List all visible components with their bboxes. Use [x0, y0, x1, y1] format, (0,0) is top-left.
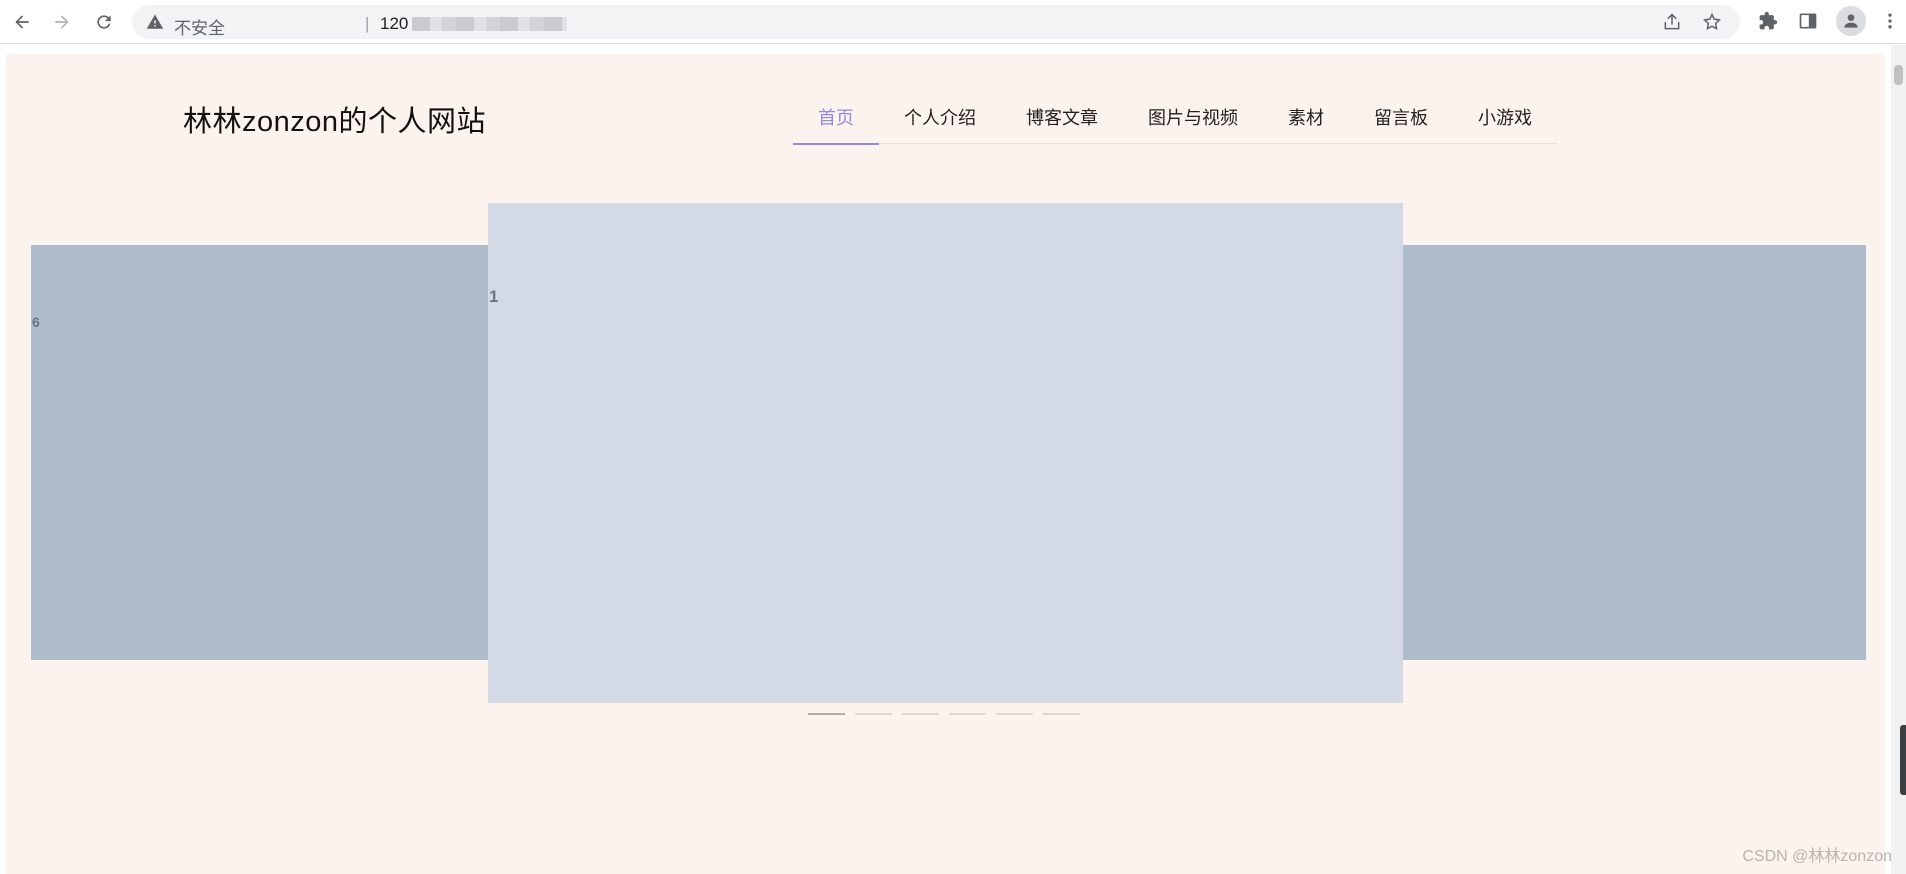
page-scrollbar[interactable] [1891, 45, 1906, 874]
nav-item-materials[interactable]: 素材 [1263, 90, 1349, 144]
address-bar[interactable]: 不安全 | 120 [132, 5, 1740, 39]
slide-label: 6 [32, 314, 40, 330]
nav-item-home[interactable]: 首页 [793, 90, 879, 145]
site-title: 林林zonzon的个人网站 [183, 106, 487, 138]
scrollbar-overlay-handle[interactable] [1900, 725, 1906, 795]
carousel-indicator[interactable] [902, 713, 939, 715]
profile-avatar-icon[interactable] [1836, 6, 1866, 36]
url-text[interactable]: 120 [380, 14, 408, 34]
carousel-indicators [808, 713, 1080, 715]
forward-button[interactable] [48, 8, 76, 36]
carousel-slide-prev[interactable]: 6 [31, 245, 491, 660]
extensions-icon[interactable] [1756, 9, 1780, 33]
nav-item-about[interactable]: 个人介绍 [879, 90, 1001, 144]
warning-icon [146, 13, 164, 31]
nav-item-media[interactable]: 图片与视频 [1123, 90, 1263, 144]
site-navigation: 首页 个人介绍 博客文章 图片与视频 素材 留言板 小游戏 [793, 90, 1557, 145]
nav-item-games[interactable]: 小游戏 [1453, 90, 1557, 144]
reload-button[interactable] [90, 8, 118, 36]
url-redacted [412, 17, 567, 31]
watermark: CSDN @林林zonzon [1742, 848, 1892, 865]
carousel-indicator[interactable] [949, 713, 986, 715]
nav-item-guestbook[interactable]: 留言板 [1349, 90, 1453, 144]
site-page: 林林zonzon的个人网站 首页 个人介绍 博客文章 图片与视频 素材 留言板 … [6, 54, 1885, 874]
carousel-indicator[interactable] [1043, 713, 1080, 715]
carousel-indicator[interactable] [855, 713, 892, 715]
back-button[interactable] [8, 8, 36, 36]
scrollbar-thumb[interactable] [1894, 65, 1903, 85]
slide-label: 1 [489, 287, 499, 306]
page-viewport: 林林zonzon的个人网站 首页 个人介绍 博客文章 图片与视频 素材 留言板 … [0, 45, 1906, 874]
carousel-indicator[interactable] [808, 713, 845, 715]
security-status-label[interactable]: 不安全 [174, 14, 225, 39]
reload-icon [97, 15, 111, 29]
url-separator: | [365, 14, 370, 33]
carousel-indicator[interactable] [996, 713, 1033, 715]
carousel-slide-active[interactable]: 1 [488, 203, 1403, 703]
bookmark-star-icon[interactable] [1702, 12, 1724, 34]
nav-item-blog[interactable]: 博客文章 [1001, 90, 1123, 144]
side-panel-icon[interactable] [1796, 9, 1820, 33]
arrow-left-icon [15, 15, 29, 29]
share-icon[interactable] [1662, 12, 1684, 34]
browser-toolbar: 不安全 | 120 [0, 0, 1906, 44]
arrow-right-icon [55, 15, 69, 29]
carousel-slide-next[interactable] [1402, 245, 1866, 660]
menu-kebab-icon[interactable] [1878, 9, 1902, 33]
